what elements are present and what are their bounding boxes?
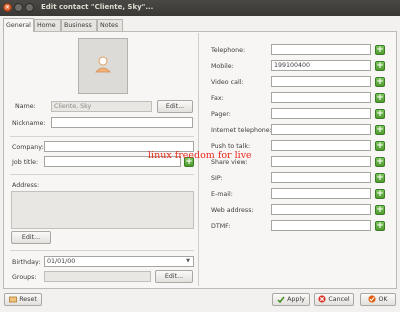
section-divider — [10, 136, 194, 137]
email-field[interactable] — [271, 188, 371, 199]
cancel-button[interactable]: Cancel — [314, 293, 354, 306]
dtmf-label: DTMF: — [211, 223, 231, 230]
plus-icon: + — [376, 77, 384, 87]
add-telephone-button[interactable]: + — [375, 45, 385, 55]
address-label: Address: — [12, 182, 40, 189]
pager-field[interactable] — [271, 108, 371, 119]
add-web-address-button[interactable]: + — [375, 205, 385, 215]
name-label: Name: — [15, 103, 36, 110]
window-title: Edit contact "Cliente, Sky"... — [41, 3, 154, 11]
add-internet-telephone-button[interactable]: + — [375, 125, 385, 135]
sip-field[interactable] — [271, 172, 371, 183]
add-push-to-talk-button[interactable]: + — [375, 141, 385, 151]
groups-edit-button[interactable]: Edit... — [155, 270, 193, 283]
tab-general[interactable]: General — [3, 18, 34, 32]
plus-icon: + — [376, 157, 384, 167]
name-field: Cliente, Sky — [51, 101, 152, 112]
contact-photo-button[interactable] — [78, 38, 128, 94]
close-icon: × — [4, 4, 11, 11]
reset-button[interactable]: Reset — [4, 293, 42, 306]
section-divider — [10, 250, 194, 251]
telephone-label: Telephone: — [211, 47, 246, 54]
plus-icon: + — [376, 109, 384, 119]
plus-icon: + — [376, 205, 384, 215]
add-fax-button[interactable]: + — [375, 93, 385, 103]
reset-icon — [9, 296, 18, 302]
fax-label: Fax: — [211, 95, 224, 102]
nickname-label: Nickname: — [12, 120, 46, 127]
plus-icon: + — [376, 61, 384, 71]
add-videocall-button[interactable]: + — [375, 77, 385, 87]
plus-icon: + — [376, 141, 384, 151]
section-divider — [10, 174, 194, 175]
company-label: Company: — [12, 144, 44, 151]
window-maximize-button[interactable] — [25, 3, 34, 12]
address-display — [11, 191, 194, 229]
tab-home[interactable]: Home — [34, 19, 61, 31]
birthday-field[interactable]: 01/01/00 ▼ — [44, 256, 194, 267]
window-titlebar: × Edit contact "Cliente, Sky"... — [0, 0, 400, 16]
reset-label: Reset — [19, 296, 37, 303]
add-dtmf-button[interactable]: + — [375, 221, 385, 231]
mobile-field[interactable]: 199100400 — [271, 60, 371, 71]
internet-telephone-field[interactable] — [271, 124, 371, 135]
groups-label: Groups: — [12, 274, 37, 281]
mobile-label: Mobile: — [211, 63, 234, 70]
watermark-text: linux freedom for live — [148, 150, 252, 161]
internet-telephone-label: Internet telephone: — [211, 127, 272, 134]
videocall-label: Video call: — [211, 79, 244, 86]
jobtitle-label: Job title: — [12, 159, 39, 166]
tab-business[interactable]: Business — [61, 19, 97, 31]
share-view-field[interactable] — [271, 156, 371, 167]
apply-label: Apply — [287, 296, 305, 303]
plus-icon: + — [376, 173, 384, 183]
videocall-field[interactable] — [271, 76, 371, 87]
name-edit-button[interactable]: Edit... — [157, 100, 193, 113]
plus-icon: + — [376, 93, 384, 103]
web-address-field[interactable] — [271, 204, 371, 215]
cancel-label: Cancel — [328, 296, 350, 303]
cancel-icon — [318, 295, 326, 303]
checkmark-icon — [277, 296, 285, 303]
tab-notes[interactable]: Notes — [97, 19, 123, 31]
person-icon — [95, 56, 111, 73]
ok-label: OK — [378, 296, 388, 303]
add-pager-button[interactable]: + — [375, 109, 385, 119]
plus-icon: + — [376, 221, 384, 231]
pager-label: Pager: — [211, 111, 231, 118]
birthday-value: 01/01/00 — [47, 258, 76, 265]
plus-icon: + — [376, 125, 384, 135]
address-edit-button[interactable]: Edit... — [11, 231, 51, 244]
add-mobile-button[interactable]: + — [375, 61, 385, 71]
telephone-field[interactable] — [271, 44, 371, 55]
web-address-label: Web address: — [211, 207, 254, 214]
window-close-button[interactable]: × — [3, 3, 12, 12]
dtmf-field[interactable] — [271, 220, 371, 231]
plus-icon: + — [376, 45, 384, 55]
ok-icon — [368, 295, 377, 303]
ok-button[interactable]: OK — [360, 293, 396, 306]
plus-icon: + — [376, 189, 384, 199]
nickname-field[interactable] — [51, 117, 193, 128]
add-share-view-button[interactable]: + — [375, 157, 385, 167]
window-minimize-button[interactable] — [14, 3, 23, 12]
chevron-down-icon[interactable]: ▼ — [184, 258, 192, 265]
fax-field[interactable] — [271, 92, 371, 103]
sip-label: SIP: — [211, 175, 223, 182]
add-email-button[interactable]: + — [375, 189, 385, 199]
push-to-talk-field[interactable] — [271, 140, 371, 151]
apply-button[interactable]: Apply — [272, 293, 310, 306]
groups-field — [44, 271, 151, 282]
email-label: E-mail: — [211, 191, 233, 198]
birthday-label: Birthday: — [12, 259, 41, 266]
add-sip-button[interactable]: + — [375, 173, 385, 183]
